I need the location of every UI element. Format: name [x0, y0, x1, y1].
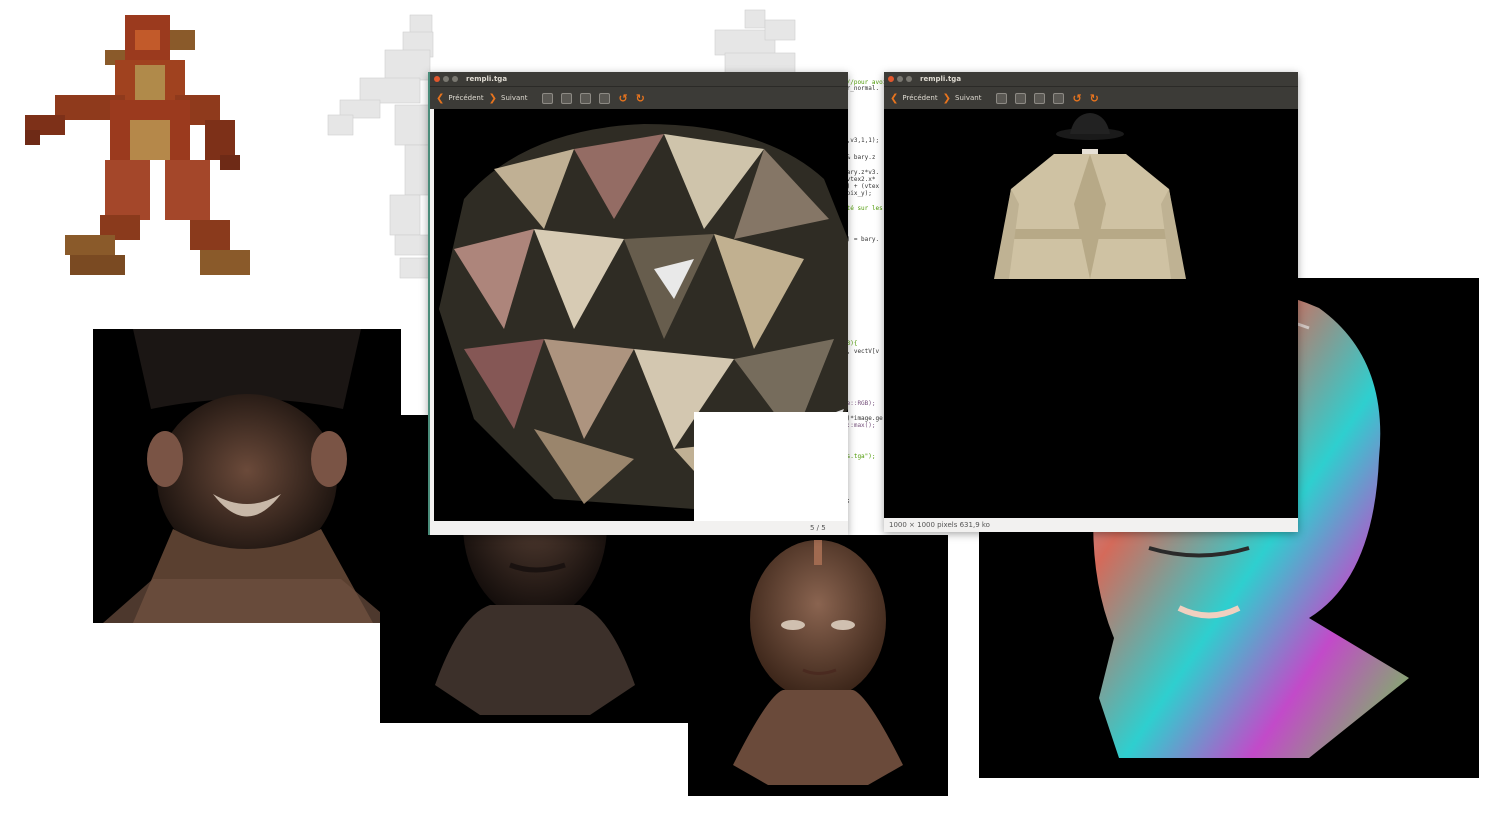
window-controls: [888, 76, 912, 82]
image-canvas[interactable]: [434, 109, 848, 522]
chevron-left-icon: ❮: [890, 92, 899, 104]
code-line: ur_normal.: [843, 85, 880, 92]
status-bar: 5 / 5: [430, 521, 848, 535]
rotate-left-icon[interactable]: ↺: [1072, 92, 1081, 105]
canvas-gap: [694, 412, 848, 522]
title-bar[interactable]: rempli.tga: [884, 72, 1298, 86]
zoom-out-icon[interactable]: [561, 92, 573, 104]
voxel-demon-render: [25, 15, 250, 275]
code-line: ], vectV[v: [843, 348, 880, 355]
next-button[interactable]: ❯ Suivant: [943, 93, 982, 104]
viewer-toolbar: ❮ Précédent ❯ Suivant ↺ ↻: [430, 86, 848, 109]
window-title: rempli.tga: [920, 75, 962, 83]
previous-label: Précédent: [448, 94, 484, 102]
render-distorted-face: [93, 329, 401, 623]
chevron-left-icon: ❮: [436, 92, 445, 104]
viewer-toolbar: ❮ Précédent ❯ Suivant ↺ ↻: [884, 86, 1298, 109]
next-label: Suivant: [501, 94, 528, 102]
maximize-icon[interactable]: [906, 76, 912, 82]
zoom-fit-icon[interactable]: [599, 92, 611, 104]
status-bar: 1000 × 1000 pixels 631,9 ko: [884, 518, 1298, 532]
rotate-right-icon[interactable]: ↻: [636, 92, 645, 105]
previous-button[interactable]: ❮ Précédent: [436, 93, 484, 104]
rotate-right-icon[interactable]: ↻: [1090, 92, 1099, 105]
white-voxel-model-right: [714, 9, 796, 74]
trench-coat-render: [994, 113, 1186, 279]
zoom-out-icon[interactable]: [1015, 92, 1027, 104]
close-icon[interactable]: [888, 76, 894, 82]
image-canvas[interactable]: [884, 109, 1298, 518]
image-info: 1000 × 1000 pixels 631,9 ko: [889, 521, 990, 529]
render-textured-head: [688, 535, 948, 796]
white-voxel-model-left: [327, 14, 434, 279]
window-title: rempli.tga: [466, 75, 508, 83]
zoom-fit-icon[interactable]: [1053, 92, 1065, 104]
title-bar[interactable]: rempli.tga: [430, 72, 848, 86]
zoom-normal-icon[interactable]: [580, 92, 592, 104]
zoom-in-icon[interactable]: [542, 92, 554, 104]
next-button[interactable]: ❯ Suivant: [489, 93, 528, 104]
previous-button[interactable]: ❮ Précédent: [890, 93, 938, 104]
chevron-right-icon: ❯: [942, 92, 951, 104]
chevron-right-icon: ❯: [488, 92, 497, 104]
next-label: Suivant: [955, 94, 982, 102]
image-viewer-window-right[interactable]: rempli.tga ❮ Précédent ❯ Suivant ↺ ↻ 100: [884, 72, 1298, 532]
zoom-in-icon[interactable]: [996, 92, 1008, 104]
minimize-icon[interactable]: [897, 76, 903, 82]
code-line: x) + (vtex: [843, 183, 880, 190]
code-line: 2,v3,1,1);: [843, 137, 880, 144]
image-viewer-window-left[interactable]: rempli.tga ❮ Précédent ❯ Suivant ↺ ↻ 5 /…: [428, 72, 848, 535]
window-controls: [434, 76, 458, 82]
maximize-icon[interactable]: [452, 76, 458, 82]
code-line: bary.z*v3.: [843, 169, 880, 176]
code-line: ité sur les: [843, 205, 883, 212]
page-counter: 5 / 5: [810, 524, 826, 532]
close-icon[interactable]: [434, 76, 440, 82]
rotate-left-icon[interactable]: ↺: [618, 92, 627, 105]
previous-label: Précédent: [902, 94, 938, 102]
code-line: ()*image.ge: [843, 415, 883, 422]
minimize-icon[interactable]: [443, 76, 449, 82]
zoom-normal-icon[interactable]: [1034, 92, 1046, 104]
code-line: ]) = bary.: [843, 236, 880, 243]
